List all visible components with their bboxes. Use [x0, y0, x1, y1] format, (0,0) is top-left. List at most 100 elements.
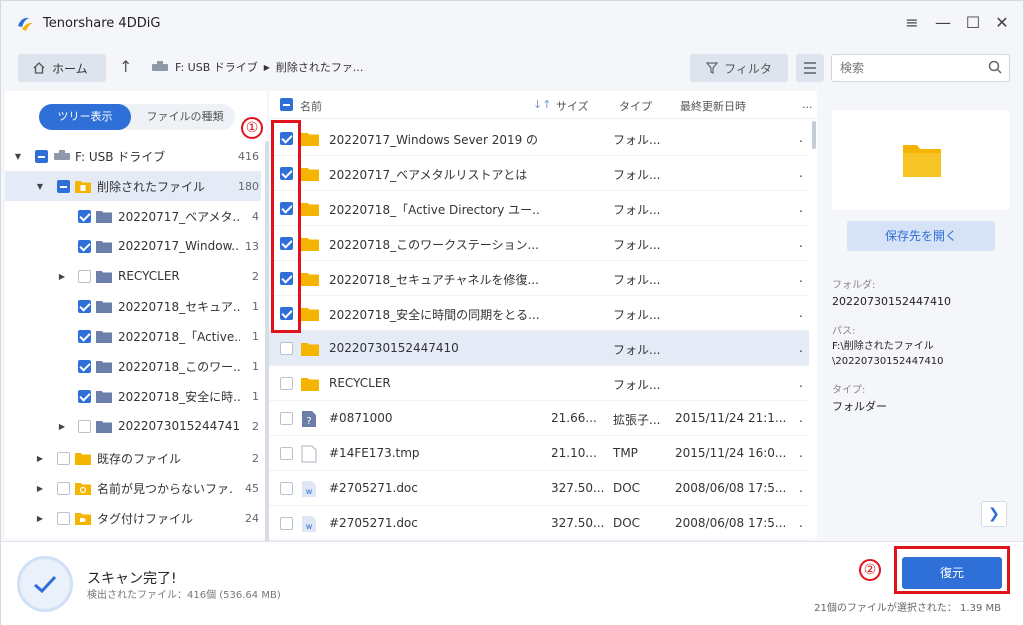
tab-file-types[interactable]: ファイルの種類 [135, 104, 235, 130]
tree-item-count: 2 [252, 269, 259, 283]
file-row[interactable]: 20220717_Windows Sever 2019 の... フォル... … [269, 121, 809, 156]
file-row[interactable]: 20220718_安全に時間の同期をとる... フォル... . [269, 296, 809, 331]
file-row[interactable]: 20220718_このワークステーション... フォル... . [269, 226, 809, 261]
tree-checkbox[interactable] [78, 389, 91, 403]
tree-checkbox[interactable] [57, 481, 70, 495]
tree-item-tagged-files[interactable]: ▶ タグ付けファイル 24 [5, 503, 261, 533]
file-checkbox[interactable] [280, 412, 293, 425]
tree-item-subfolder[interactable]: ▶ 20220730152447410 2 [5, 411, 261, 441]
tree-item-existing-files[interactable]: ▶ 既存のファイル 2 [5, 443, 261, 473]
file-row[interactable]: 20220718_「Active Directory ユー... フォル... … [269, 191, 809, 226]
tab-tree-view[interactable]: ツリー表示 [39, 104, 131, 130]
expand-down-icon[interactable]: ▼ [13, 152, 23, 161]
breadcrumb-folder[interactable]: 削除されたファ... [276, 59, 364, 75]
tree-item-subfolder[interactable]: 20220718_安全に時... 1 [5, 381, 261, 411]
list-view-button[interactable] [796, 54, 824, 82]
file-row[interactable]: w #2705271.doc 327.50... DOC 2008/06/08 … [269, 471, 809, 506]
file-checkbox[interactable] [280, 377, 293, 390]
tree-checkbox[interactable] [57, 179, 70, 193]
tree-item-unnamed-files[interactable]: ▶ 名前が見つからないファ... 45 [5, 473, 261, 503]
sort-icon[interactable]: ↓↑ [533, 98, 551, 111]
close-icon[interactable]: ✕ [992, 13, 1012, 33]
expand-down-icon[interactable]: ▼ [35, 182, 45, 191]
expand-right-icon[interactable]: ▶ [57, 422, 67, 431]
minimize-icon[interactable]: — [933, 13, 953, 33]
folder-icon [96, 391, 112, 403]
tree-checkbox[interactable] [78, 359, 91, 373]
file-name: 20220730152447410 [329, 341, 459, 355]
file-extra: . [799, 446, 803, 460]
file-checkbox[interactable] [280, 517, 293, 530]
tree-item-subfolder[interactable]: ▶ RECYCLER 2 [5, 261, 261, 291]
column-size[interactable]: サイズ [556, 98, 589, 114]
open-location-button[interactable]: 保存先を開く [847, 221, 995, 251]
tree-item-subfolder[interactable]: 20220718_セキュア... 1 [5, 291, 261, 321]
tree-item-label: RECYCLER [118, 269, 180, 283]
column-type[interactable]: タイプ [619, 98, 652, 114]
file-row[interactable]: w #2705271.doc 327.50... DOC 2008/06/08 … [269, 506, 809, 541]
folder-icon [96, 301, 112, 313]
file-extra: . [799, 376, 803, 390]
list-view-icon [804, 62, 816, 74]
folder-icon [96, 361, 112, 373]
file-row[interactable]: 20220717_ベアメタルリストアとは フォル... . [269, 156, 809, 191]
expand-right-icon[interactable]: ▶ [35, 484, 45, 493]
file-row[interactable]: 20220730152447410 フォル... . [269, 331, 809, 366]
tree-item-label: 20220718_このワー... [118, 359, 240, 374]
tree-item-subfolder[interactable]: 20220717_Window... 13 [5, 231, 261, 261]
tree-checkbox[interactable] [78, 299, 91, 313]
file-size: 21.10... [551, 446, 597, 460]
path-label: パス: [832, 326, 856, 337]
home-button[interactable]: ホーム [18, 54, 106, 82]
file-row[interactable]: #14FE173.tmp 21.10... TMP 2015/11/24 16:… [269, 436, 809, 471]
file-name: 20220717_ベアメタルリストアとは [329, 168, 528, 182]
search-input[interactable] [831, 54, 1010, 82]
up-arrow-icon[interactable]: ↑ [119, 57, 132, 76]
next-chevron-icon[interactable]: ❯ [981, 501, 1007, 527]
select-all-checkbox[interactable] [280, 98, 293, 111]
file-checkbox[interactable] [280, 342, 293, 355]
breadcrumb-drive[interactable]: F: USB ドライブ [175, 59, 258, 75]
tree-checkbox[interactable] [57, 511, 70, 525]
tree-checkbox[interactable] [57, 451, 70, 465]
tree-item-deleted-files[interactable]: ▼ 削除されたファイル 180 [5, 171, 261, 201]
tag-folder-icon [75, 513, 91, 525]
tree-checkbox[interactable] [78, 329, 91, 343]
maximize-icon[interactable]: ☐ [963, 13, 983, 33]
tree-item-subfolder[interactable]: 20220718_このワー... 1 [5, 351, 261, 381]
toolbar: ホーム ↑ F: USB ドライブ ▶ 削除されたファ... フィルタ [1, 45, 1023, 89]
preview-box [832, 110, 1010, 210]
column-more[interactable]: ... [802, 98, 813, 111]
unknown-file-icon: ? [302, 411, 316, 427]
file-list-scrollbar[interactable] [812, 121, 816, 149]
expand-right-icon[interactable]: ▶ [57, 272, 67, 281]
search-icon[interactable] [988, 60, 1002, 74]
file-type: フォル... [613, 378, 661, 392]
file-row[interactable]: RECYCLER フォル... . [269, 366, 809, 401]
tree-item-subfolder[interactable]: 20220718_「Active... 1 [5, 321, 261, 351]
file-row[interactable]: 20220718_セキュアチャネルを修復... フォル... . [269, 261, 809, 296]
tree-item-usb-drive[interactable]: ▼ F: USB ドライブ 416 [5, 141, 261, 171]
file-checkbox[interactable] [280, 482, 293, 495]
tree-checkbox[interactable] [78, 269, 91, 283]
column-modified[interactable]: 最終更新日時 [680, 98, 746, 114]
filter-button[interactable]: フィルタ [690, 54, 788, 82]
file-checkbox[interactable] [280, 447, 293, 460]
file-size: 327.50... [551, 481, 605, 495]
tree-checkbox[interactable] [78, 419, 91, 433]
scan-status-subtitle: 検出されたファイル：416個 (536.64 MB) [87, 590, 281, 601]
file-row[interactable]: ? #0871000 21.66... 拡張子... 2015/11/24 21… [269, 401, 809, 436]
tree-checkbox[interactable] [78, 209, 91, 223]
view-tabs: ツリー表示 ファイルの種類 [39, 104, 235, 130]
menu-icon[interactable]: ≡ [902, 13, 922, 33]
expand-right-icon[interactable]: ▶ [35, 514, 45, 523]
annotation-badge-one: ① [241, 117, 263, 139]
tree-item-subfolder[interactable]: 20220717_ベアメタ... 4 [5, 201, 261, 231]
breadcrumb-separator-icon: ▶ [263, 62, 270, 72]
expand-right-icon[interactable]: ▶ [35, 454, 45, 463]
column-name[interactable]: 名前 [300, 98, 322, 114]
folder-icon [96, 331, 112, 343]
tree-item-label: 既存のファイル [97, 451, 182, 466]
tree-checkbox[interactable] [35, 149, 48, 163]
tree-checkbox[interactable] [78, 239, 91, 253]
